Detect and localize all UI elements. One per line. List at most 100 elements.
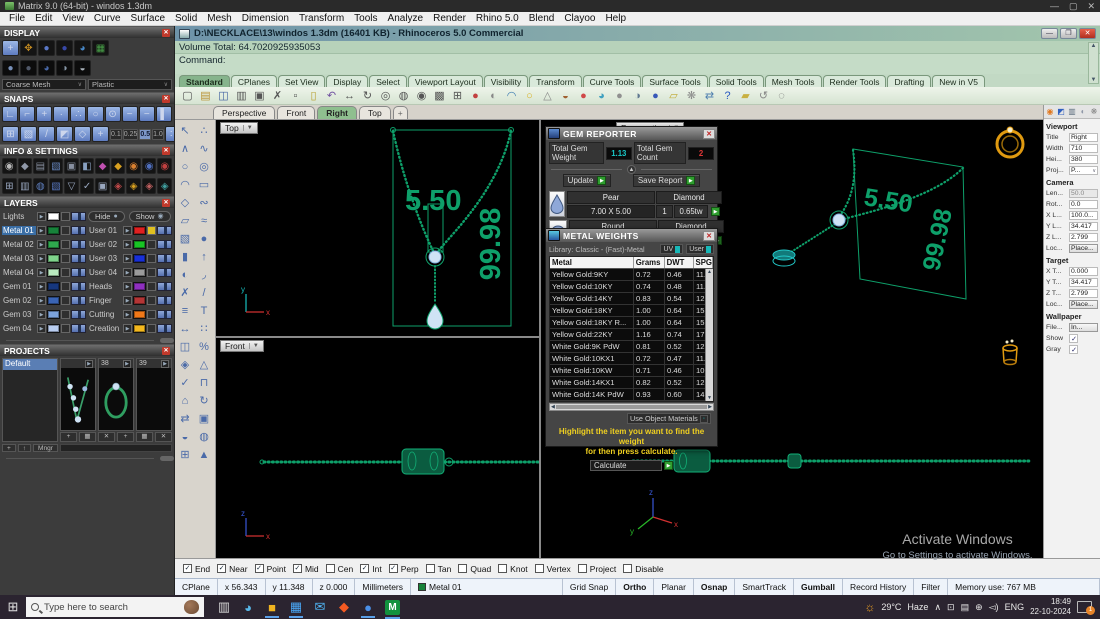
chrome-icon[interactable]: ●	[356, 595, 380, 619]
layer-expand-button[interactable]: ▶	[37, 267, 46, 277]
layer-visibility-bar[interactable]	[71, 295, 86, 305]
layer-lock-icon[interactable]	[147, 253, 156, 263]
copy-icon[interactable]: ▫	[288, 88, 303, 103]
spiral-icon[interactable]: ↺	[756, 88, 771, 103]
viewport-front[interactable]: Front ▼ z x	[216, 338, 539, 558]
grid-icon[interactable]: ▣	[195, 410, 213, 427]
cut-icon[interactable]: ✗	[270, 88, 285, 103]
table-row[interactable]: White Gold:10KW 0.71 0.46 10.9	[550, 365, 713, 377]
layer-expand-button[interactable]: ▶	[37, 253, 46, 263]
zoom-selected-icon[interactable]: ◉	[414, 88, 429, 103]
property-value[interactable]: 34.417	[1069, 222, 1098, 231]
layer-color-swatch[interactable]	[133, 239, 146, 249]
layer-color-swatch[interactable]	[47, 239, 60, 249]
cplane-button[interactable]: CPlane	[175, 579, 218, 595]
surface-icon[interactable]: ▱	[176, 212, 194, 229]
grid-snap-toggle[interactable]: Grid Snap	[563, 579, 617, 595]
tab-visibility[interactable]: Visibility	[483, 75, 529, 87]
extrude-icon[interactable]: ↑	[195, 248, 213, 265]
current-layer[interactable]: Metal 01	[411, 579, 563, 595]
ring-blue-icon[interactable]: ◉	[141, 158, 157, 174]
rotate-icon[interactable]: ↻	[195, 392, 213, 409]
home-icon[interactable]: ⌂	[176, 392, 194, 409]
checkbox[interactable]	[458, 564, 468, 573]
search-daily-image[interactable]	[184, 600, 199, 614]
menu-item[interactable]: Render	[428, 13, 471, 24]
menu-item[interactable]: File	[4, 13, 30, 24]
properties-tab-viewport-icon[interactable]: ◉	[1045, 107, 1055, 117]
table-row[interactable]: White Gold:10KX1 0.72 0.47 11.1	[550, 353, 713, 365]
property-value[interactable]: 50.0	[1069, 189, 1098, 198]
snap-mid-icon[interactable]: ·	[53, 106, 70, 122]
shaded-sphere-icon[interactable]: ◑	[630, 88, 645, 103]
mail-icon[interactable]: ✉	[308, 595, 332, 619]
osnap-tan[interactable]: Tan	[425, 564, 451, 574]
layer-lock-icon[interactable]	[147, 239, 156, 249]
property-value[interactable]: 2.799	[1069, 233, 1098, 242]
file-explorer-icon[interactable]: ■	[260, 595, 284, 619]
scale-icon[interactable]: %	[195, 338, 213, 355]
anchor-red-icon[interactable]: ◈	[110, 178, 126, 194]
checkbox[interactable]	[325, 564, 335, 573]
layout-icon[interactable]: ⊞	[176, 446, 194, 463]
rhino-minimize-button[interactable]: —	[1041, 28, 1058, 39]
property-value[interactable]: Place...	[1069, 244, 1098, 253]
layer-lock-icon[interactable]	[147, 225, 156, 235]
close-icon[interactable]: ✕	[703, 230, 715, 241]
property-value[interactable]: P...	[1069, 166, 1098, 175]
layer-row-lights[interactable]: Lights ▶	[2, 209, 86, 223]
render-preview-icon[interactable]: ◐	[486, 88, 501, 103]
bluestacks-icon[interactable]: ▤	[961, 602, 970, 613]
menu-item[interactable]: Rhino 5.0	[471, 13, 524, 24]
layer-expand-button[interactable]: ▶	[37, 295, 46, 305]
checkbox[interactable]: ✓	[254, 564, 264, 573]
layer-expand-button[interactable]: ▶	[123, 239, 132, 249]
osnap-knot[interactable]: Knot	[498, 564, 528, 574]
layer-visibility-bar[interactable]	[157, 309, 172, 319]
project-thumbnail-3[interactable]: 39 ▶	[136, 358, 172, 431]
gem-rose-icon[interactable]: ◈	[141, 178, 157, 194]
arc-icon[interactable]: ◠	[176, 176, 194, 193]
checkbox[interactable]: ✓	[388, 564, 398, 573]
shade-icon[interactable]: ◒	[176, 428, 194, 445]
menu-item[interactable]: Solid	[170, 13, 202, 24]
table-row[interactable]: Yellow Gold:9KY 0.72 0.46 11.0	[550, 269, 713, 281]
layer-row[interactable]: Metal 01 ▶	[2, 223, 86, 237]
osnap-cen[interactable]: Cen	[325, 564, 353, 574]
command-area[interactable]	[175, 66, 1100, 74]
checkbox[interactable]	[623, 564, 633, 573]
viewport-top[interactable]: Top ▼ 5.50 99.98 y x	[216, 120, 539, 336]
layer-color-swatch[interactable]	[47, 309, 60, 319]
info-settings-panel-header[interactable]: INFO & SETTINGS ✕	[0, 144, 174, 156]
rainbow-sphere-icon[interactable]: ◕	[594, 88, 609, 103]
mouse-icon[interactable]: ◌	[774, 88, 789, 103]
light-icon[interactable]: ○	[522, 88, 537, 103]
measure-icon[interactable]: △	[195, 356, 213, 373]
layer-color-swatch[interactable]	[47, 323, 60, 333]
close-icon[interactable]: ✕	[162, 146, 170, 155]
thumb-render-button[interactable]: ▦	[79, 432, 96, 442]
y-coordinate[interactable]: y 11.348	[266, 579, 313, 595]
layer-visibility-bar[interactable]	[71, 239, 86, 249]
snaps-panel-header[interactable]: SNAPS ✕	[0, 92, 174, 104]
pyramid-icon[interactable]: ▲	[195, 446, 213, 463]
gumball-toggle[interactable]: Gumball	[794, 579, 843, 595]
osnap-end[interactable]: ✓ End	[183, 564, 210, 574]
network-icon[interactable]: ⊕	[975, 602, 983, 613]
gem-row-pear[interactable]: Pear Diamond 7.00 X 5.00 1 0.65tw ▶	[546, 190, 722, 219]
materials-dropdown[interactable]: Use Object Materials ◦	[627, 413, 711, 424]
close-icon[interactable]: ✕	[162, 28, 170, 37]
tab-set-view[interactable]: Set View	[277, 75, 326, 87]
layer-lock-icon[interactable]	[61, 225, 70, 235]
layer-lock-icon[interactable]	[61, 211, 70, 221]
text-icon[interactable]: T	[195, 302, 213, 319]
layer-name[interactable]: Creation	[88, 324, 122, 333]
gem-reporter-title-bar[interactable]: GEM REPORTER ✕	[546, 127, 717, 140]
menu-item[interactable]: Help	[600, 13, 631, 24]
task-view-icon[interactable]: ▥	[212, 595, 236, 619]
monitor-icon[interactable]: ▥	[17, 178, 33, 194]
mode-sphere-1-icon[interactable]: ●	[2, 60, 19, 76]
layer-expand-button[interactable]: ▶	[123, 267, 132, 277]
property-value[interactable]: 100.0...	[1069, 211, 1098, 220]
rhino-restore-button[interactable]: ❐	[1060, 28, 1077, 39]
